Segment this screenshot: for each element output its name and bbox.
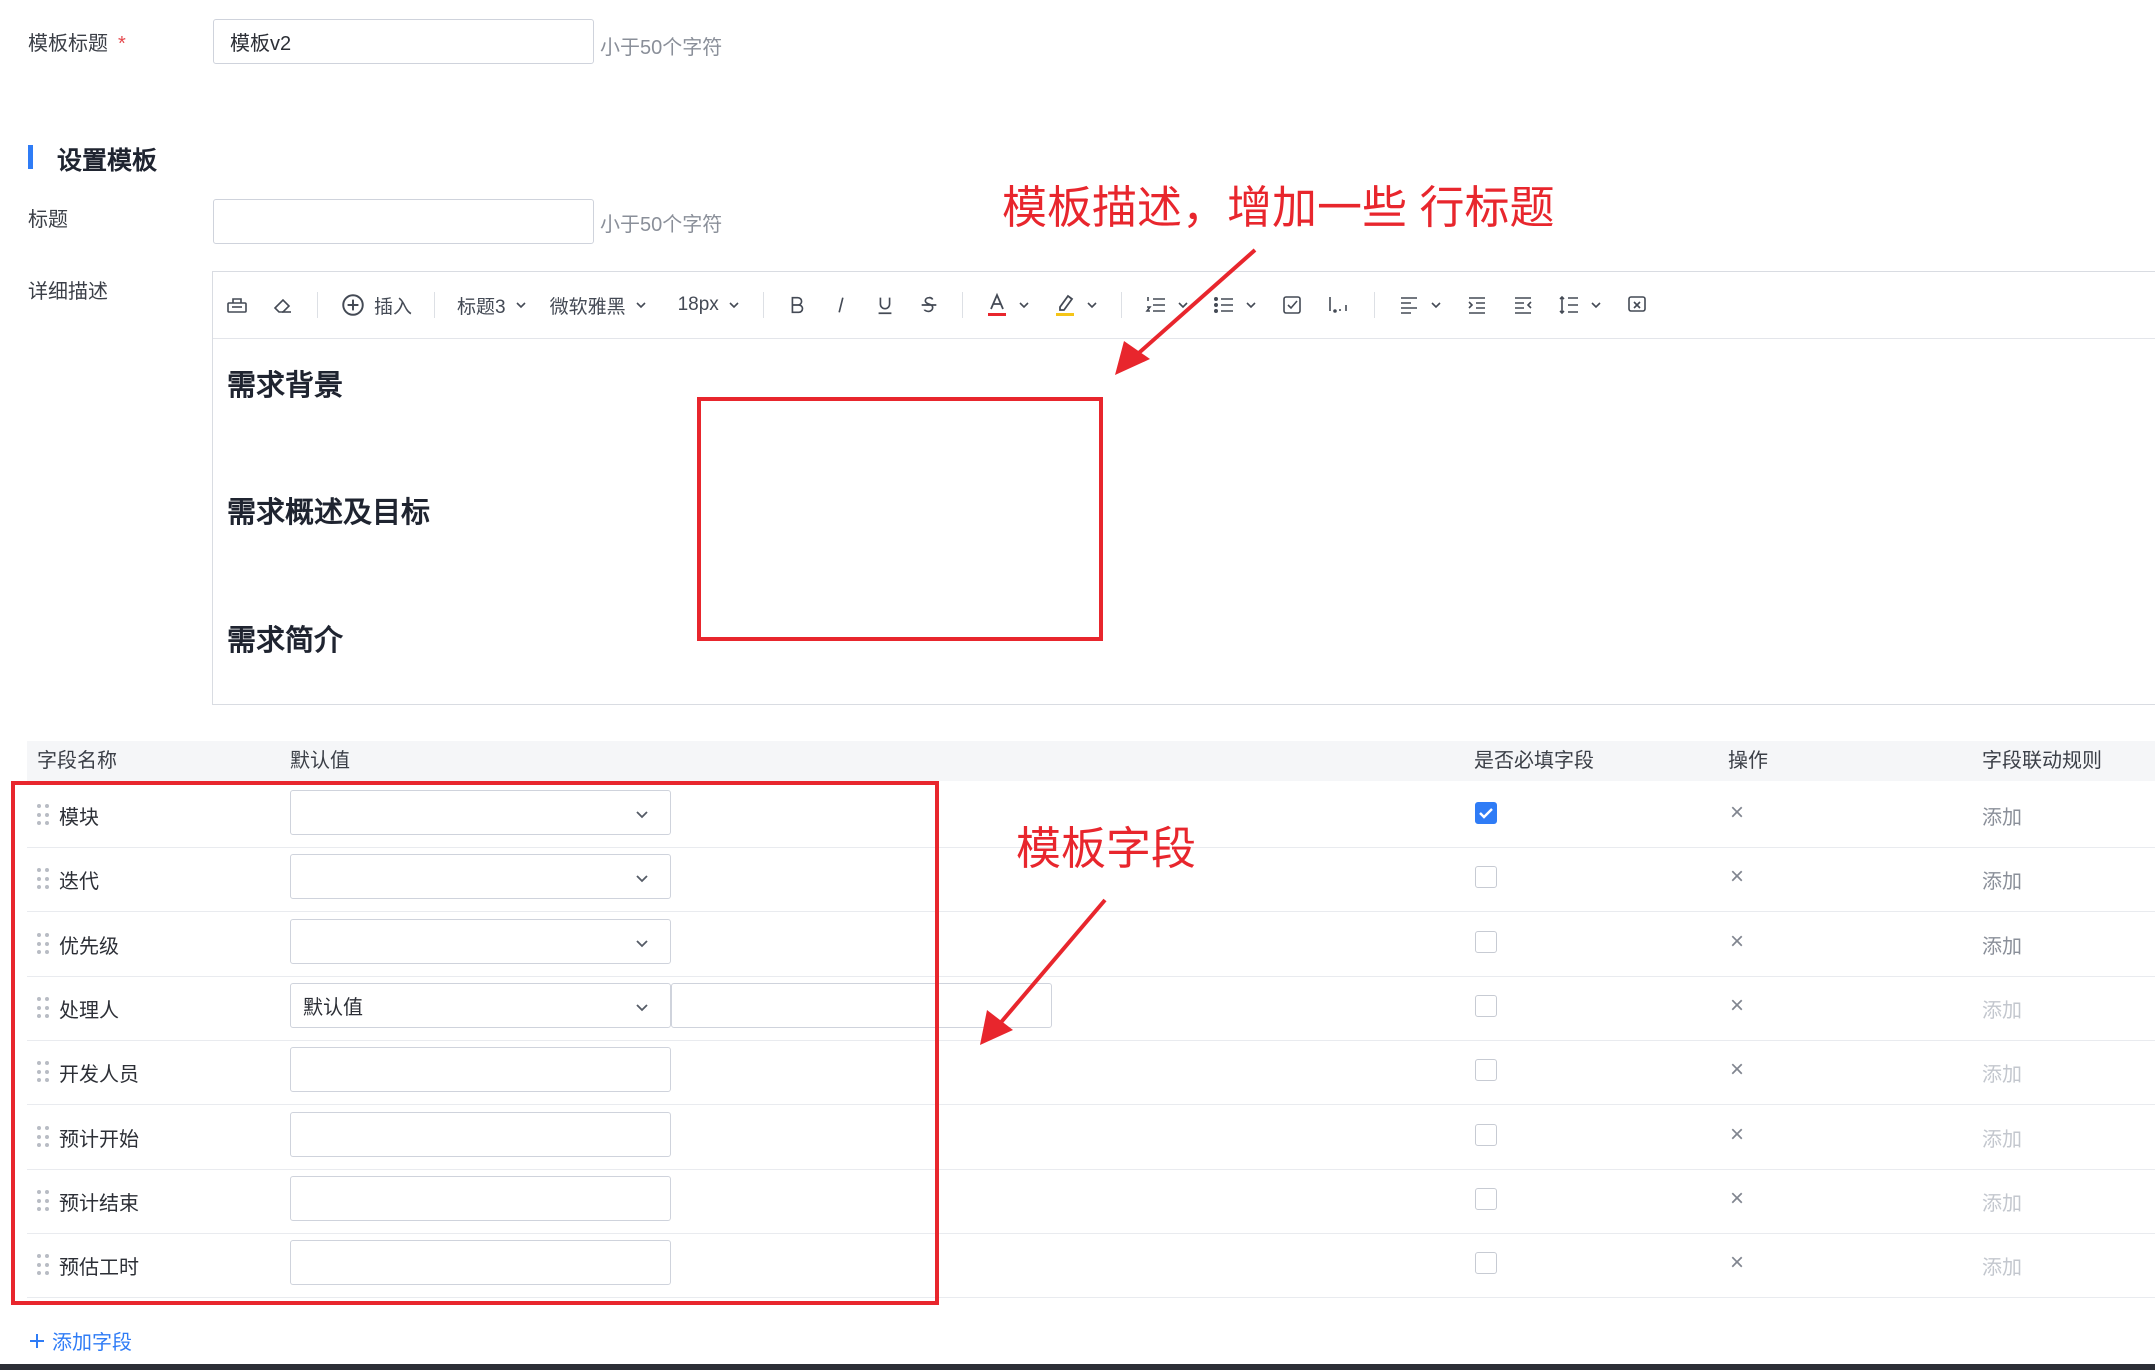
bold-icon[interactable] [786, 285, 808, 325]
template-title-value: 模板v2 [230, 33, 292, 55]
remove-field-close-icon[interactable]: × [1730, 994, 1744, 1018]
plus-icon [30, 1333, 44, 1348]
format-painter-icon[interactable] [225, 285, 249, 325]
annotation-fields-box [11, 781, 939, 1305]
toolbar-divider [762, 292, 764, 318]
align-left-icon[interactable] [1397, 285, 1443, 325]
annotation-fields-note: 模板字段 [1016, 823, 1197, 874]
heading-value: 标题3 [457, 296, 506, 318]
header-default-value: 默认值 [290, 750, 350, 772]
remove-field-close-icon[interactable]: × [1730, 1187, 1744, 1211]
font-color-icon[interactable] [985, 285, 1031, 325]
highlight-color-icon[interactable] [1053, 285, 1099, 325]
remove-field-close-icon[interactable]: × [1730, 801, 1744, 825]
required-checkbox[interactable] [1475, 1124, 1497, 1146]
line-height-icon[interactable] [1557, 285, 1603, 325]
font-size-select[interactable]: 18px [678, 285, 741, 325]
header-action: 操作 [1728, 750, 1768, 772]
plus-circle-icon [342, 294, 364, 316]
description-label: 详细描述 [28, 281, 108, 303]
required-checkbox[interactable] [1475, 1188, 1497, 1210]
strikethrough-icon[interactable] [918, 285, 940, 325]
toolbar-divider [961, 292, 963, 318]
remove-field-close-icon[interactable]: × [1730, 1058, 1744, 1082]
required-checkbox[interactable] [1475, 1059, 1497, 1081]
section-accent-bar [28, 145, 33, 169]
annotation-editor-note: 模板描述，增加一些 行标题 [1002, 182, 1555, 233]
add-rule-link[interactable]: 添加 [1982, 1251, 2022, 1280]
required-checkbox[interactable] [1475, 802, 1497, 824]
editor-heading-2[interactable]: 需求概述及目标 [227, 489, 430, 531]
chevron-down-icon [729, 302, 739, 309]
remove-field-close-icon[interactable]: × [1730, 1251, 1744, 1275]
insert-button[interactable]: 插入 [340, 285, 412, 325]
chevron-down-icon [516, 302, 526, 309]
annotation-arrow-icon [1115, 248, 1257, 375]
add-rule-link[interactable]: 添加 [1982, 1058, 2022, 1087]
font-select[interactable]: 微软雅黑 [550, 285, 648, 325]
chevron-down-icon [1019, 302, 1029, 309]
add-rule-link[interactable]: 添加 [1982, 930, 2022, 959]
chevron-down-icon [1087, 302, 1097, 309]
header-field-name: 字段名称 [37, 750, 117, 772]
clear-format-icon[interactable] [1625, 285, 1649, 325]
required-checkbox[interactable] [1475, 866, 1497, 888]
editor-heading-1[interactable]: 需求背景 [227, 362, 343, 404]
title-hint: 小于50个字符 [600, 214, 723, 236]
editor-heading-3[interactable]: 需求简介 [227, 617, 343, 659]
annotation-highlight-box [697, 397, 1103, 641]
template-title-label: 模板标题 * [28, 27, 126, 56]
title-label: 标题 [28, 209, 68, 231]
required-mark: * [118, 33, 126, 55]
font-value: 微软雅黑 [549, 296, 626, 318]
required-checkbox[interactable] [1475, 1252, 1497, 1274]
italic-icon[interactable] [830, 285, 852, 325]
required-checkbox[interactable] [1475, 995, 1497, 1017]
check-icon [1479, 808, 1493, 819]
title-input[interactable] [213, 199, 594, 244]
underline-icon[interactable] [874, 285, 896, 325]
section-title: 设置模板 [57, 147, 158, 175]
header-required: 是否必填字段 [1474, 750, 1594, 772]
bottom-scrollbar[interactable] [0, 1364, 2155, 1370]
fields-table-header: 字段名称 默认值 是否必填字段 操作 字段联动规则 [27, 741, 2155, 781]
insert-label: 插入 [374, 296, 413, 318]
eraser-icon[interactable] [271, 285, 295, 325]
checklist-icon[interactable] [1280, 285, 1304, 325]
template-title-hint: 小于50个字符 [600, 37, 723, 59]
outdent-icon[interactable] [1511, 285, 1535, 325]
add-rule-link[interactable]: 添加 [1982, 994, 2022, 1023]
add-rule-link[interactable]: 添加 [1982, 801, 2022, 830]
add-field-button[interactable]: 添加字段 [28, 1326, 132, 1355]
header-linkage-rule: 字段联动规则 [1982, 750, 2102, 772]
template-title-label-text: 模板标题 [28, 33, 108, 55]
template-title-input[interactable]: 模板v2 [213, 19, 594, 64]
chevron-down-icon [1431, 302, 1441, 309]
remove-field-close-icon[interactable]: × [1730, 1123, 1744, 1147]
heading-select[interactable]: 标题3 [457, 285, 528, 325]
font-size-value: 18px [677, 294, 719, 315]
annotation-arrow-icon [980, 898, 1107, 1045]
remove-field-close-icon[interactable]: × [1730, 930, 1744, 954]
chevron-down-icon [1591, 302, 1601, 309]
toolbar-divider [434, 292, 436, 318]
toolbar-divider [1373, 292, 1375, 318]
heading-number-icon[interactable] [1326, 285, 1352, 325]
remove-field-close-icon[interactable]: × [1730, 865, 1744, 889]
chevron-down-icon [636, 302, 646, 309]
toolbar-divider [317, 292, 318, 318]
add-rule-link[interactable]: 添加 [1982, 1187, 2022, 1216]
indent-icon[interactable] [1465, 285, 1489, 325]
add-rule-link[interactable]: 添加 [1982, 865, 2022, 894]
add-rule-link[interactable]: 添加 [1982, 1123, 2022, 1152]
add-field-label: 添加字段 [52, 1332, 132, 1354]
required-checkbox[interactable] [1475, 931, 1497, 953]
